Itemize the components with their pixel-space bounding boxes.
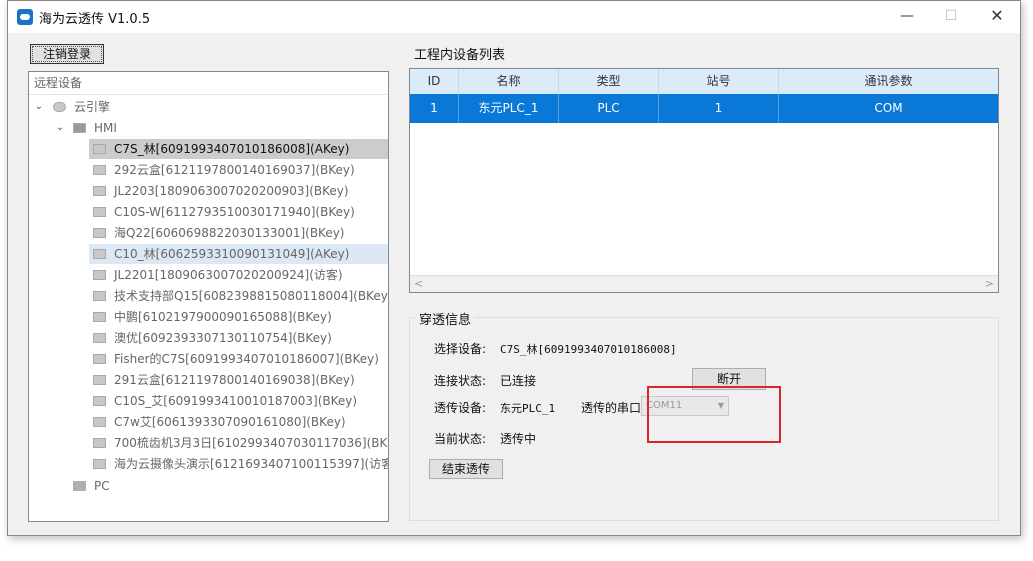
device-icon [93, 438, 106, 448]
grid-header: ID 名称 类型 站号 通讯参数 [410, 69, 998, 95]
device-icon [93, 165, 106, 175]
tree-node-device[interactable]: 700梳齿机3月3日[6102993407030117036](BK… [89, 433, 388, 453]
pc-icon [73, 481, 86, 491]
tree-node-device[interactable]: Fisher的C7S[6091993407010186007](BKey) [89, 349, 388, 369]
column-header-name[interactable]: 名称 [459, 69, 559, 94]
tree-node-device[interactable]: C7S_林[6091993407010186008](AKey) [89, 139, 388, 159]
device-icon [93, 333, 106, 343]
chevron-down-icon[interactable]: ⌄ [53, 118, 67, 138]
tree-node-label: JL2203[1809063007020200903](BKey) [114, 184, 349, 198]
device-icon [93, 249, 106, 259]
device-icon [93, 354, 106, 364]
tree-node-device[interactable]: 中鹏[6102197900090165088](BKey) [89, 307, 388, 327]
tree-node-label: 澳优[6092393307130110754](BKey) [114, 331, 332, 345]
select-device-value: C7S_林[6091993407010186008] [500, 343, 677, 356]
device-icon [93, 459, 106, 469]
device-icon [93, 186, 106, 196]
remote-device-tree[interactable]: 远程设备 ⌄ 云引擎 ⌄ HMI C7S_林[60919934070101860… [28, 71, 389, 522]
tree-node-label: C7w艾[6061393307090161080](BKey) [114, 415, 346, 429]
tree-node-device[interactable]: C7w艾[6061393307090161080](BKey) [89, 412, 388, 432]
scroll-left-icon[interactable]: < [414, 277, 423, 290]
end-passthrough-button[interactable]: 结束透传 [429, 459, 503, 479]
tree-node-label: 700梳齿机3月3日[6102993407030117036](BK… [114, 436, 389, 450]
scroll-right-icon[interactable]: > [985, 277, 994, 290]
device-icon [93, 228, 106, 238]
tree-node-label: C10_林[6062593310090131049](AKey) [114, 247, 350, 261]
conn-status-value: 已连接 [500, 374, 537, 388]
tree-node-device[interactable]: 海Q22[6060698822030133001](BKey) [89, 223, 388, 243]
device-icon [93, 375, 106, 385]
title-bar: 海为云透传 V1.0.5 — ☐ ✕ [8, 1, 1020, 33]
tree-node-label: PC [94, 479, 110, 493]
tree-node-device[interactable]: 292云盒[6121197800140169037](BKey) [89, 160, 388, 180]
column-header-comm[interactable]: 通讯参数 [779, 69, 998, 94]
passthrough-device-value: 东元PLC_1 [500, 402, 556, 415]
port-label: 透传的串口 [581, 401, 642, 415]
device-list-grid[interactable]: ID 名称 类型 站号 通讯参数 1 东元PLC_1 PLC 1 COM < > [409, 68, 999, 293]
tree-node-device[interactable]: C10S-W[6112793510030171940](BKey) [89, 202, 388, 222]
device-icon [93, 144, 106, 154]
tree-node-label: 技术支持部Q15[6082398815080118004](BKey) [114, 289, 389, 303]
tree-node-label: 291云盒[6121197800140169038](BKey) [114, 373, 355, 387]
close-button[interactable]: ✕ [974, 1, 1020, 33]
cell-name: 东元PLC_1 [459, 94, 559, 123]
tree-node-cloud-engine[interactable]: ⌄ 云引擎 [29, 97, 388, 117]
column-header-id[interactable]: ID [410, 69, 459, 94]
passthrough-title: 穿透信息 [416, 309, 475, 328]
tree-node-label: JL2201[1809063007020200924](访客) [114, 268, 343, 282]
device-icon [93, 417, 106, 427]
cell-id: 1 [410, 94, 459, 123]
tree-node-label: C10S-W[6112793510030171940](BKey) [114, 205, 355, 219]
logout-button[interactable]: 注销登录 [30, 44, 104, 64]
tree-node-label: 云引擎 [74, 100, 111, 114]
cell-comm: COM [874, 101, 903, 115]
tree-node-hmi[interactable]: ⌄ HMI [29, 118, 388, 138]
app-window: 海为云透传 V1.0.5 — ☐ ✕ 注销登录 远程设备 ⌄ 云引擎 ⌄ HMI… [7, 0, 1021, 536]
tree-node-device[interactable]: 技术支持部Q15[6082398815080118004](BKey) [89, 286, 388, 306]
tree-node-pc[interactable]: PC [29, 476, 388, 496]
cell-station: 1 [659, 94, 779, 123]
tree-node-label: 海为云摄像头演示[6121693407100115397](访客) [114, 457, 389, 471]
passthrough-device-label: 透传设备: [434, 401, 487, 415]
device-list-label: 工程内设备列表 [414, 48, 506, 63]
horizontal-scrollbar[interactable]: < > [410, 275, 998, 292]
tree-node-device[interactable]: C10_林[6062593310090131049](AKey) [89, 244, 388, 264]
tree-node-label: C10S_艾[6091993410010187003](BKey) [114, 394, 358, 408]
maximize-button[interactable]: ☐ [928, 1, 974, 33]
device-icon [93, 396, 106, 406]
tree-node-device[interactable]: C10S_艾[6091993410010187003](BKey) [89, 391, 388, 411]
cell-type: PLC [559, 94, 659, 123]
device-icon [93, 207, 106, 217]
current-status-value: 透传中 [500, 432, 537, 446]
conn-status-label: 连接状态: [434, 374, 487, 388]
window-title: 海为云透传 V1.0.5 [39, 12, 151, 27]
tree-node-device[interactable]: JL2201[1809063007020200924](访客) [89, 265, 388, 285]
tree-node-device[interactable]: 291云盒[6121197800140169038](BKey) [89, 370, 388, 390]
tree-node-label: 292云盒[6121197800140169037](BKey) [114, 163, 355, 177]
tree-node-label: 海Q22[6060698822030133001](BKey) [114, 226, 345, 240]
table-row[interactable]: 1 东元PLC_1 PLC 1 COM [410, 94, 998, 123]
minimize-button[interactable]: — [884, 1, 930, 33]
tree-node-label: Fisher的C7S[6091993407010186007](BKey) [114, 352, 379, 366]
cloud-engine-icon [53, 102, 66, 112]
tree-header: 远程设备 [29, 72, 388, 95]
tree-node-device[interactable]: 澳优[6092393307130110754](BKey) [89, 328, 388, 348]
tree-node-device[interactable]: 海为云摄像头演示[6121693407100115397](访客) [89, 454, 388, 474]
column-header-station[interactable]: 站号 [659, 69, 779, 94]
tree-node-label: 中鹏[6102197900090165088](BKey) [114, 310, 332, 324]
tree-node-device[interactable]: JL2203[1809063007020200903](BKey) [89, 181, 388, 201]
current-status-label: 当前状态: [434, 432, 487, 446]
select-device-label: 选择设备: [434, 342, 487, 356]
device-icon [93, 291, 106, 301]
cloud-app-icon [17, 9, 33, 25]
device-icon [93, 312, 106, 322]
tree-node-label: HMI [94, 121, 117, 135]
chevron-down-icon[interactable]: ⌄ [32, 97, 46, 117]
device-icon [93, 270, 106, 280]
column-header-type[interactable]: 类型 [559, 69, 659, 94]
highlight-box [647, 386, 781, 443]
tree-node-label: C7S_林[6091993407010186008](AKey) [114, 142, 350, 156]
hmi-icon [73, 123, 86, 133]
